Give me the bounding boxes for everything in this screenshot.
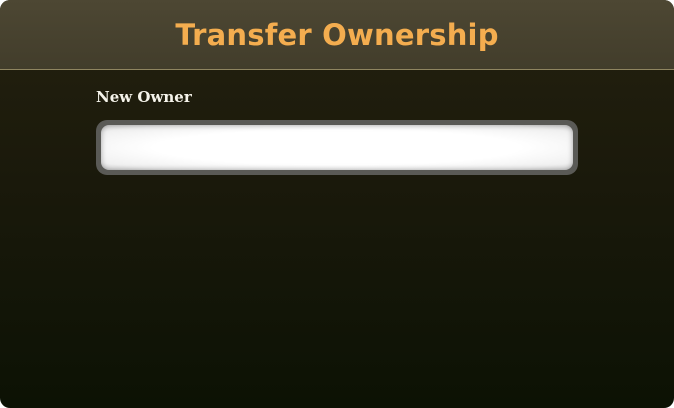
- new-owner-input-frame: [96, 120, 578, 175]
- dialog-header: Transfer Ownership: [0, 0, 674, 70]
- new-owner-label: New Owner: [96, 88, 192, 106]
- dialog-title: Transfer Ownership: [175, 18, 499, 52]
- transfer-ownership-dialog: Transfer Ownership New Owner: [0, 0, 674, 408]
- new-owner-input[interactable]: [101, 125, 573, 170]
